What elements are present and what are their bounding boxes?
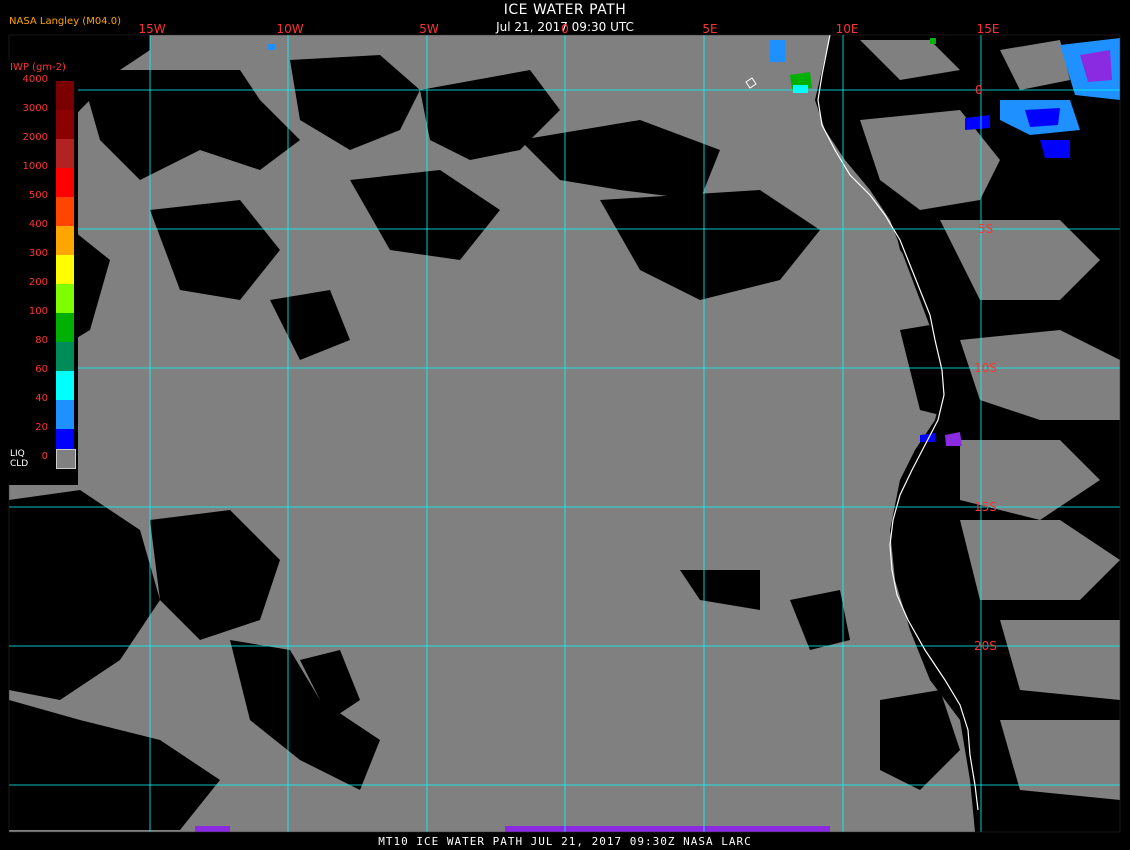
liq-cld-label-1: LIQ — [10, 449, 25, 459]
lon-label-0: 0 — [561, 22, 569, 36]
map-title: ICE WATER PATH — [503, 2, 627, 18]
legend-value-label: 4000 — [22, 74, 48, 85]
legend-value-label: 3000 — [22, 103, 48, 114]
legend-swatch — [56, 371, 74, 400]
legend-swatch — [56, 400, 74, 429]
lat-label-0: 0 — [975, 83, 983, 97]
legend-value-label: 60 — [35, 364, 48, 375]
lon-label-5w: 5W — [419, 22, 439, 36]
legend-title: IWP (gm-2) — [10, 62, 66, 73]
lon-label-15w: 15W — [138, 22, 166, 36]
footer-caption: MT10 ICE WATER PATH JUL 21, 2017 09:30Z … — [378, 835, 752, 848]
legend-value-label: 1000 — [22, 161, 48, 172]
legend-value-label: 100 — [28, 306, 48, 317]
legend-swatch — [56, 168, 74, 197]
lon-label-10w: 10W — [276, 22, 304, 36]
legend-swatch — [56, 342, 74, 371]
legend-value-label: 20 — [35, 422, 48, 433]
legend-swatch — [56, 226, 74, 255]
color-legend: IWP (gm-2) 4000 3000 2000 1000 500 400 300 200 1… — [8, 60, 78, 485]
legend-swatch — [56, 197, 74, 226]
lat-label-15s: 15S — [974, 500, 997, 514]
legend-swatch — [56, 313, 74, 342]
lon-label-10e: 10E — [835, 22, 859, 36]
lon-label-15e: 15E — [976, 22, 1000, 36]
legend-swatch — [56, 110, 74, 139]
lat-label-10s: 10S — [974, 361, 997, 375]
liq-cld-label-2: CLD — [10, 459, 29, 469]
legend-swatch — [56, 255, 74, 284]
lon-label-5e: 5E — [702, 22, 718, 36]
legend-value-label: 40 — [35, 393, 48, 404]
legend-value-label: 80 — [35, 335, 48, 346]
legend-value-label: 500 — [28, 190, 48, 201]
lat-label-5s: 5S — [978, 222, 994, 236]
liq-cld-swatch — [56, 449, 76, 469]
lat-label-20s: 20S — [974, 639, 997, 653]
map-canvas — [0, 0, 1130, 850]
legend-swatch — [56, 81, 74, 110]
producer-label: NASA Langley (M04.0) — [9, 16, 121, 27]
legend-value-label: 2000 — [22, 132, 48, 143]
legend-swatch — [56, 284, 74, 313]
legend-value-label: 200 — [28, 277, 48, 288]
legend-swatch — [56, 139, 74, 168]
satellite-map-view: ICE WATER PATH Jul 21, 2017 09:30 UTC NA… — [0, 0, 1130, 850]
legend-value-label: 400 — [28, 219, 48, 230]
legend-value-label: 300 — [28, 248, 48, 259]
